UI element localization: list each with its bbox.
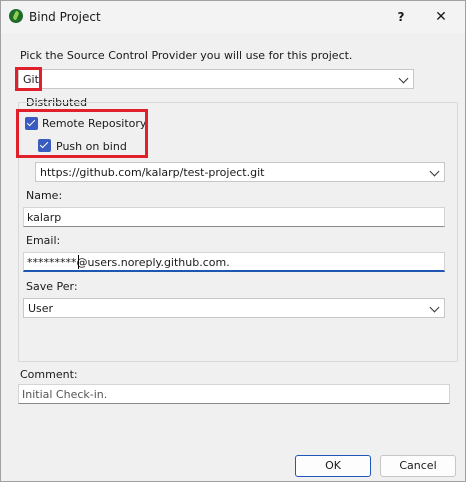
cancel-button[interactable]: Cancel [380, 455, 456, 477]
email-value: *********@users.noreply.github.com. [27, 256, 230, 269]
chevron-down-icon [429, 166, 440, 177]
highlight-box-remote [16, 109, 148, 158]
save-per-value: User [28, 302, 54, 315]
title-bar: Bind Project ? ✕ [1, 1, 465, 33]
email-field[interactable]: *********@users.noreply.github.com. [23, 252, 445, 272]
chevron-down-icon [398, 73, 409, 84]
bind-project-dialog: Bind Project ? ✕ Pick the Source Control… [0, 0, 466, 482]
name-field[interactable]: kalarp [23, 207, 445, 227]
chevron-down-icon [429, 302, 440, 313]
save-per-select[interactable]: User [23, 298, 445, 318]
comment-label: Comment: [20, 368, 78, 381]
repository-url-value: https://github.com/kalarp/test-project.g… [40, 166, 265, 179]
provider-prompt: Pick the Source Control Provider you wil… [20, 49, 353, 62]
save-per-label: Save Per: [26, 280, 78, 293]
comment-field[interactable]: Initial Check-in. [18, 384, 450, 404]
highlight-box-provider [15, 67, 42, 91]
name-value: kalarp [27, 211, 62, 224]
email-label: Email: [26, 234, 61, 247]
text-caret [78, 255, 79, 269]
comment-value: Initial Check-in. [22, 388, 108, 401]
window-title: Bind Project [29, 10, 101, 24]
repository-url-select[interactable]: https://github.com/kalarp/test-project.g… [35, 162, 445, 182]
provider-select[interactable]: Git [18, 69, 414, 89]
leaf-app-icon [9, 9, 23, 23]
help-button[interactable]: ? [381, 5, 421, 29]
name-label: Name: [26, 189, 63, 202]
ok-button[interactable]: OK [295, 455, 371, 477]
close-button[interactable]: ✕ [421, 5, 461, 29]
